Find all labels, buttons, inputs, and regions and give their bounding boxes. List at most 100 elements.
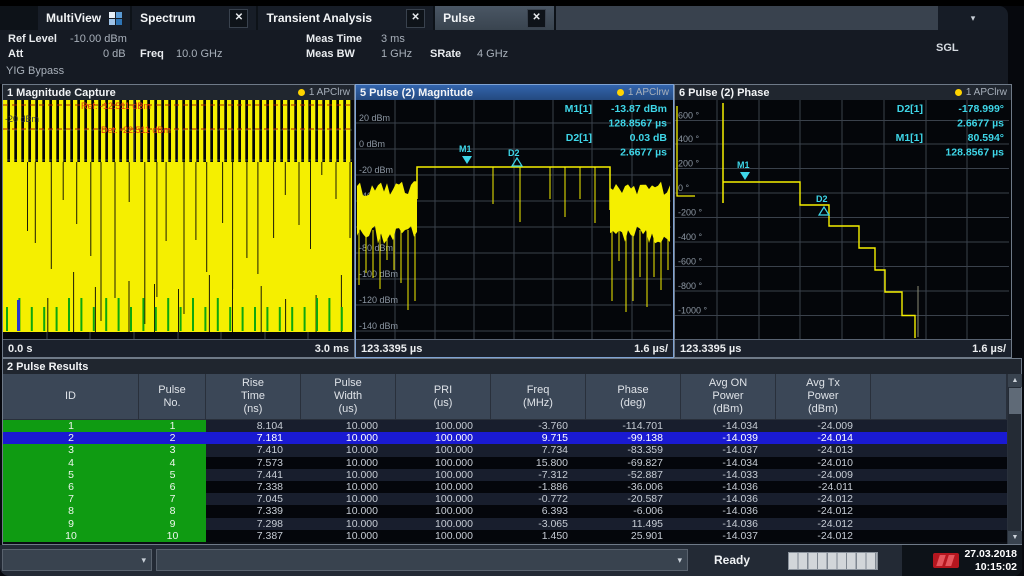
window-magnitude-capture[interactable]: 1 Magnitude Capture 1 APClrw Ref. -12.51… bbox=[2, 84, 355, 358]
table-cell[interactable]: 4 bbox=[139, 457, 206, 469]
marker-m1-icon[interactable] bbox=[462, 156, 472, 164]
table-cell[interactable]: 3 bbox=[139, 444, 206, 456]
table-row[interactable]: 337.41010.000100.0007.734-83.359-14.037-… bbox=[3, 444, 1007, 456]
table-cell[interactable]: 1 bbox=[139, 420, 206, 432]
table-cell[interactable]: -14.039 bbox=[681, 432, 776, 444]
table-cell[interactable]: 100.000 bbox=[396, 530, 491, 542]
ref-level-value[interactable]: -10.00 dBm bbox=[70, 33, 127, 45]
marker-m1-icon[interactable] bbox=[740, 172, 750, 180]
window-pulse-magnitude[interactable]: 5 Pulse (2) Magnitude 1 APClrw 20 dBm0 d… bbox=[355, 84, 674, 358]
table-cell[interactable]: 100.000 bbox=[396, 505, 491, 517]
table-cell[interactable]: 6 bbox=[3, 481, 139, 493]
table-cell[interactable]: 100.000 bbox=[396, 493, 491, 505]
table-cell[interactable]: -14.036 bbox=[681, 481, 776, 493]
table-cell[interactable]: -99.138 bbox=[586, 432, 681, 444]
table-cell[interactable]: -114.701 bbox=[586, 420, 681, 432]
window-pulse-results[interactable]: 2 Pulse Results IDPulse No.Rise Time (ns… bbox=[2, 358, 1022, 545]
table-cell[interactable]: 10.000 bbox=[301, 444, 396, 456]
table-cell[interactable]: 7 bbox=[3, 493, 139, 505]
table-cell[interactable]: 10.000 bbox=[301, 518, 396, 530]
table-row[interactable]: 777.04510.000100.000-0.772-20.587-14.036… bbox=[3, 493, 1007, 505]
column-header[interactable]: Avg Tx Power (dBm) bbox=[776, 374, 871, 420]
status-dropdown-left[interactable]: ▾ bbox=[2, 549, 152, 571]
table-cell[interactable]: 6 bbox=[139, 481, 206, 493]
close-icon[interactable]: ✕ bbox=[527, 9, 546, 28]
column-header[interactable]: Pulse Width (us) bbox=[301, 374, 396, 420]
column-header[interactable]: Pulse No. bbox=[139, 374, 206, 420]
table-cell[interactable]: -69.827 bbox=[586, 457, 681, 469]
table-cell[interactable]: 10.000 bbox=[301, 530, 396, 542]
table-cell[interactable]: 7 bbox=[139, 493, 206, 505]
table-cell[interactable]: 8 bbox=[139, 505, 206, 517]
table-cell[interactable]: 5 bbox=[139, 469, 206, 481]
table-row[interactable]: 447.57310.000100.00015.800-69.827-14.034… bbox=[3, 457, 1007, 469]
table-cell[interactable]: -24.012 bbox=[776, 505, 871, 517]
table-cell[interactable]: -14.033 bbox=[681, 469, 776, 481]
table-cell[interactable]: 7.441 bbox=[206, 469, 301, 481]
table-cell[interactable]: 7.734 bbox=[491, 444, 586, 456]
table-cell[interactable]: -24.012 bbox=[776, 493, 871, 505]
table-cell[interactable]: 9 bbox=[139, 518, 206, 530]
table-cell[interactable]: 9 bbox=[3, 518, 139, 530]
table-cell[interactable]: -6.006 bbox=[586, 505, 681, 517]
table-cell[interactable]: 7.573 bbox=[206, 457, 301, 469]
pulse-results-titlebar[interactable]: 2 Pulse Results bbox=[3, 359, 1021, 374]
table-cell[interactable]: -24.009 bbox=[776, 469, 871, 481]
tab-pulse[interactable]: Pulse ✕ bbox=[435, 6, 554, 30]
table-cell[interactable]: 5 bbox=[3, 469, 139, 481]
table-cell[interactable]: 6.393 bbox=[491, 505, 586, 517]
table-cell[interactable]: 10.000 bbox=[301, 505, 396, 517]
table-cell[interactable]: 10 bbox=[3, 530, 139, 542]
table-row[interactable]: 887.33910.000100.0006.393-6.006-14.036-2… bbox=[3, 505, 1007, 517]
pulse-phase-titlebar[interactable]: 6 Pulse (2) Phase 1 APClrw bbox=[675, 85, 1011, 100]
table-cell[interactable]: 2 bbox=[139, 432, 206, 444]
close-icon[interactable]: ✕ bbox=[229, 9, 248, 28]
tab-overflow-button[interactable]: ▾ bbox=[938, 6, 1008, 30]
status-dropdown-message[interactable]: ▾ bbox=[156, 549, 688, 571]
table-cell[interactable]: -14.036 bbox=[681, 518, 776, 530]
table-cell[interactable]: 10.000 bbox=[301, 469, 396, 481]
table-cell[interactable]: -3.065 bbox=[491, 518, 586, 530]
table-cell[interactable]: -24.014 bbox=[776, 432, 871, 444]
table-cell[interactable]: 100.000 bbox=[396, 444, 491, 456]
table-cell[interactable]: 100.000 bbox=[396, 518, 491, 530]
table-cell[interactable]: 8.104 bbox=[206, 420, 301, 432]
close-icon[interactable]: ✕ bbox=[406, 9, 425, 28]
marker-d2-icon[interactable] bbox=[819, 207, 829, 215]
freq-value[interactable]: 10.0 GHz bbox=[176, 48, 222, 60]
table-cell[interactable]: 10 bbox=[139, 530, 206, 542]
magnitude-capture-titlebar[interactable]: 1 Magnitude Capture 1 APClrw bbox=[3, 85, 354, 100]
table-row[interactable]: 10107.38710.000100.0001.45025.901-14.037… bbox=[3, 530, 1007, 542]
table-cell[interactable]: 7.181 bbox=[206, 432, 301, 444]
table-cell[interactable]: 100.000 bbox=[396, 420, 491, 432]
att-value[interactable]: 0 dB bbox=[103, 48, 126, 60]
table-cell[interactable]: 100.000 bbox=[396, 432, 491, 444]
table-cell[interactable]: -24.009 bbox=[776, 420, 871, 432]
table-cell[interactable]: -24.011 bbox=[776, 481, 871, 493]
table-cell[interactable]: 11.495 bbox=[586, 518, 681, 530]
table-cell[interactable]: -24.012 bbox=[776, 518, 871, 530]
table-cell[interactable]: -83.359 bbox=[586, 444, 681, 456]
table-cell[interactable]: -36.006 bbox=[586, 481, 681, 493]
table-cell[interactable]: -14.037 bbox=[681, 530, 776, 542]
table-cell[interactable]: 2 bbox=[3, 432, 139, 444]
table-cell[interactable]: -7.312 bbox=[491, 469, 586, 481]
column-header[interactable]: Freq (MHz) bbox=[491, 374, 586, 420]
table-cell[interactable]: 3 bbox=[3, 444, 139, 456]
table-cell[interactable]: -1.886 bbox=[491, 481, 586, 493]
table-row[interactable]: 227.18110.000100.0009.715-99.138-14.039-… bbox=[3, 432, 1007, 444]
table-cell[interactable]: 7.387 bbox=[206, 530, 301, 542]
table-cell[interactable]: -14.036 bbox=[681, 493, 776, 505]
table-row[interactable]: 557.44110.000100.000-7.312-52.887-14.033… bbox=[3, 469, 1007, 481]
results-scrollbar[interactable]: ▲ ▼ bbox=[1007, 374, 1021, 544]
table-cell[interactable]: 10.000 bbox=[301, 481, 396, 493]
table-cell[interactable]: 100.000 bbox=[396, 481, 491, 493]
table-cell[interactable]: -14.036 bbox=[681, 505, 776, 517]
table-cell[interactable]: -20.587 bbox=[586, 493, 681, 505]
srate-value[interactable]: 4 GHz bbox=[477, 48, 508, 60]
tab-spectrum[interactable]: Spectrum ✕ bbox=[132, 6, 256, 30]
window-pulse-phase[interactable]: 6 Pulse (2) Phase 1 APClrw 600 °400 °200… bbox=[674, 84, 1012, 358]
table-cell[interactable]: 7.045 bbox=[206, 493, 301, 505]
table-cell[interactable]: 1.450 bbox=[491, 530, 586, 542]
column-header[interactable]: Rise Time (ns) bbox=[206, 374, 301, 420]
